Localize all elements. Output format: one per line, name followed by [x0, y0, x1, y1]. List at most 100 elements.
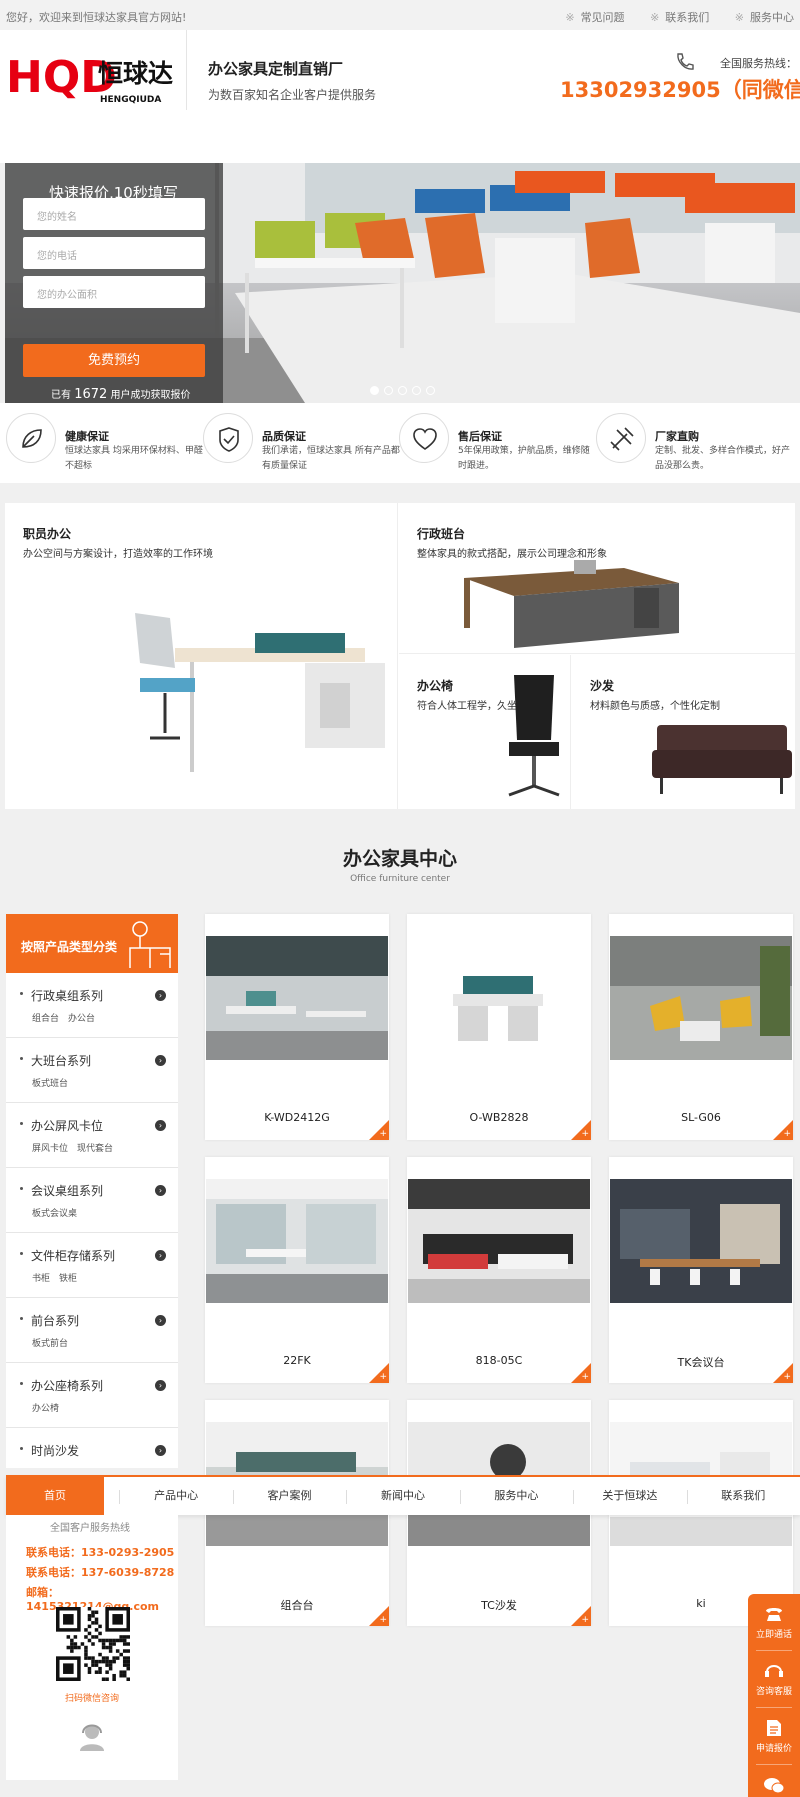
sidebar-subcategory-link[interactable]: 办公台: [68, 1014, 95, 1024]
sidebar-subcategory-link[interactable]: 组合台: [32, 1014, 59, 1024]
request-quote-button[interactable]: 申请报价: [748, 1708, 800, 1764]
sidebar-subcategories: 板式会议桌: [32, 1206, 86, 1219]
chevron-right-icon[interactable]: ›: [155, 1250, 166, 1261]
contact-dim-text: 全国客户服务热线: [50, 1523, 130, 1534]
product-card[interactable]: K-WD2412G +: [205, 914, 389, 1140]
sidebar-category-label: 前台系列: [31, 1314, 80, 1328]
nav-item[interactable]: 客户案例: [233, 1477, 346, 1515]
carousel-dot[interactable]: [398, 386, 407, 395]
plus-icon[interactable]: +: [379, 1373, 387, 1382]
carousel-dot[interactable]: [370, 386, 379, 395]
sidebar-contact: 全国客户服务热线 联系电话：133-0293-2905 联系电话：137-603…: [6, 1515, 178, 1780]
nav-item[interactable]: 服务中心: [460, 1477, 573, 1515]
sidebar-category[interactable]: 办公座椅系列 › 办公椅: [6, 1363, 178, 1428]
product-image[interactable]: [408, 1179, 590, 1303]
nav-item[interactable]: 联系我们: [687, 1477, 800, 1515]
phone-input[interactable]: 您的电话: [23, 237, 205, 269]
category-office-chair[interactable]: 办公椅 符合人体工程学，久坐不累: [399, 655, 571, 809]
plus-icon[interactable]: +: [379, 1616, 387, 1625]
contact-phone-1[interactable]: 联系电话：133-0293-2905: [26, 1544, 174, 1560]
sidebar-subcategory-link[interactable]: 书柜: [32, 1274, 50, 1284]
nav-item[interactable]: 产品中心: [119, 1477, 232, 1515]
product-image[interactable]: [408, 936, 590, 1060]
chevron-right-icon[interactable]: ›: [155, 1120, 166, 1131]
chevron-right-icon[interactable]: ›: [155, 990, 166, 1001]
category-showcase: 职员办公 办公空间与方案设计，打造效率的工作环境 行政班台 整体家具的款式搭配，…: [5, 503, 795, 809]
sidebar-category[interactable]: 文件柜存储系列 › 书柜 铁柜: [6, 1233, 178, 1298]
consult-service-button[interactable]: 咨询客服: [748, 1651, 800, 1707]
sidebar-category[interactable]: 行政桌组系列 › 组合台 办公台: [6, 973, 178, 1038]
top-bar: 您好，欢迎来到恒球达家具官方网站! ※ 常见问题 ※ 联系我们 ※ 服务中心: [0, 0, 800, 30]
chevron-right-icon[interactable]: ›: [155, 1185, 166, 1196]
product-name[interactable]: SL-G06: [609, 1111, 793, 1124]
product-image[interactable]: [206, 1179, 388, 1303]
carousel-dot[interactable]: [412, 386, 421, 395]
sidebar-subcategories: 办公椅: [32, 1401, 68, 1414]
sidebar-heading: 按照产品类型分类: [6, 914, 178, 973]
tools-icon: [596, 413, 646, 463]
product-name[interactable]: O-WB2828: [407, 1111, 591, 1124]
nav-item[interactable]: 关于恒球达: [573, 1477, 686, 1515]
guarantee-health: 健康保证 恒球达家具 均采用环保材料、甲醛不超标: [6, 413, 203, 473]
category-sofa[interactable]: 沙发 材料颜色与质感，个性化定制: [572, 655, 795, 809]
site-logo[interactable]: HQD 恒球达 HENGQIUDA: [6, 38, 178, 108]
product-name[interactable]: K-WD2412G: [205, 1111, 389, 1124]
plus-icon[interactable]: +: [783, 1130, 791, 1139]
sidebar-subcategory-link[interactable]: 铁柜: [59, 1274, 77, 1284]
free-booking-button[interactable]: 免费预约: [23, 344, 205, 377]
chevron-right-icon[interactable]: ›: [155, 1055, 166, 1066]
sidebar-subcategory-link[interactable]: 屏风卡位: [32, 1144, 68, 1154]
sidebar-subcategories: 板式班台: [32, 1076, 77, 1089]
category-staff-office[interactable]: 职员办公 办公空间与方案设计，打造效率的工作环境: [5, 503, 398, 809]
product-card[interactable]: TK会议台 +: [609, 1157, 793, 1383]
chevron-right-icon[interactable]: ›: [155, 1380, 166, 1391]
category-executive-desk[interactable]: 行政班台 整体家具的款式搭配，展示公司理念和形象: [399, 503, 795, 654]
product-name[interactable]: 组合台: [205, 1597, 389, 1613]
product-image[interactable]: [610, 1179, 792, 1303]
area-input[interactable]: 您的办公面积: [23, 276, 205, 308]
plus-icon[interactable]: +: [581, 1130, 589, 1139]
top-link-faq[interactable]: ※ 常见问题: [565, 11, 624, 24]
nav-item[interactable]: 首页: [6, 1477, 104, 1515]
plus-icon[interactable]: +: [379, 1130, 387, 1139]
sidebar-category[interactable]: 办公屏风卡位 › 屏风卡位 现代套台: [6, 1103, 178, 1168]
product-card[interactable]: 818-05C +: [407, 1157, 591, 1383]
hotline-number[interactable]: 13302932905（同微信）: [560, 74, 800, 104]
quote-form-note: 已有 1672 用户成功获取报价: [51, 387, 191, 402]
office-chair-image: [508, 675, 560, 797]
sidebar-category[interactable]: 会议桌组系列 › 板式会议桌: [6, 1168, 178, 1233]
product-name[interactable]: 818-05C: [407, 1354, 591, 1367]
sidebar-subcategory-link[interactable]: 办公椅: [32, 1404, 59, 1414]
sidebar-subcategory-link[interactable]: 板式前台: [32, 1339, 68, 1349]
chevron-right-icon[interactable]: ›: [155, 1315, 166, 1326]
product-image[interactable]: [610, 936, 792, 1060]
product-card[interactable]: SL-G06 +: [609, 914, 793, 1140]
wechat-button[interactable]: [748, 1765, 800, 1797]
sidebar-subcategory-link[interactable]: 板式班台: [32, 1079, 68, 1089]
phone-icon: [766, 1608, 782, 1621]
product-card[interactable]: O-WB2828 +: [407, 914, 591, 1140]
plus-icon[interactable]: +: [581, 1616, 589, 1625]
logo-en: HENGQIUDA: [100, 95, 161, 105]
chevron-right-icon[interactable]: ›: [155, 1445, 166, 1456]
call-now-button[interactable]: 立即通话: [748, 1594, 800, 1650]
plus-icon[interactable]: +: [581, 1373, 589, 1382]
product-image[interactable]: [206, 936, 388, 1060]
contact-phone-2[interactable]: 联系电话：137-6039-8728: [26, 1564, 174, 1580]
sidebar-category[interactable]: 大班台系列 › 板式班台: [6, 1038, 178, 1103]
product-name[interactable]: TK会议台: [609, 1354, 793, 1370]
sidebar-subcategory-link[interactable]: 板式会议桌: [32, 1209, 77, 1219]
top-link-contact[interactable]: ※ 联系我们: [650, 11, 709, 24]
plus-icon[interactable]: +: [783, 1373, 791, 1382]
nav-item[interactable]: 新闻中心: [346, 1477, 459, 1515]
carousel-dot[interactable]: [426, 386, 435, 395]
product-card[interactable]: 22FK +: [205, 1157, 389, 1383]
carousel-dot[interactable]: [384, 386, 393, 395]
product-name[interactable]: 22FK: [205, 1354, 389, 1367]
top-link-service[interactable]: ※ 服务中心: [735, 11, 794, 24]
bullet-icon: [20, 1317, 23, 1320]
sidebar-category[interactable]: 前台系列 › 板式前台: [6, 1298, 178, 1363]
name-input[interactable]: 您的姓名: [23, 198, 205, 230]
sidebar-subcategory-link[interactable]: 现代套台: [77, 1144, 113, 1154]
product-name[interactable]: TC沙发: [407, 1597, 591, 1613]
